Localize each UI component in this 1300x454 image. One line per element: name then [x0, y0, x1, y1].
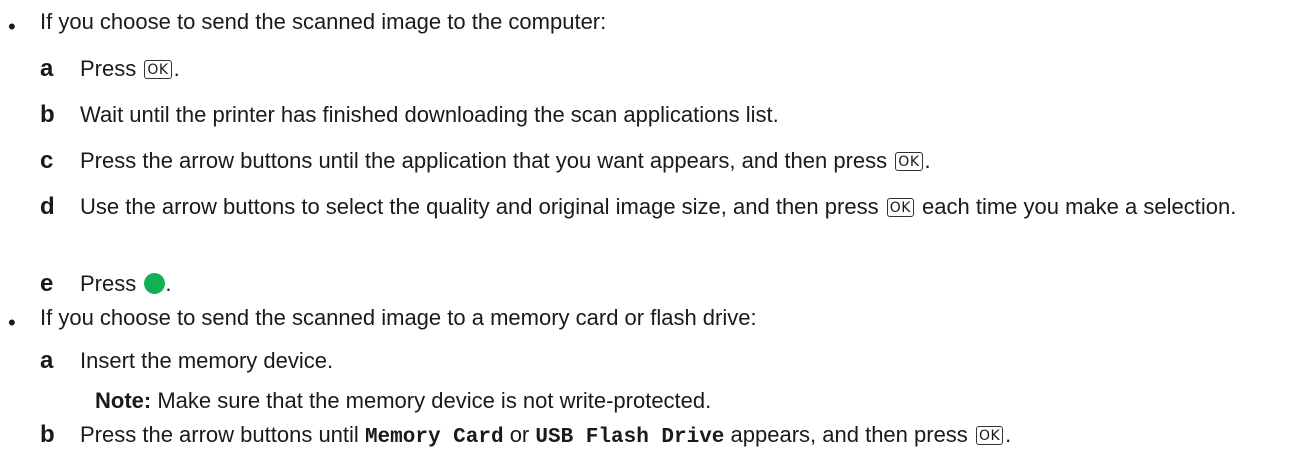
step-letter: a	[40, 55, 54, 82]
start-button-icon	[144, 273, 166, 294]
ok-button-icon: OK	[144, 60, 172, 79]
computer-section-intro: If you choose to send the scanned image …	[40, 9, 607, 34]
step-letter: e	[40, 270, 54, 297]
step-letter: b	[40, 421, 55, 448]
bullet-computer: •	[8, 14, 16, 39]
bullet-memory: •	[8, 310, 16, 335]
menu-option-memory-card: Memory Card	[364, 426, 504, 449]
ok-button-icon: OK	[886, 198, 914, 217]
note: Note: Make sure that the memory device i…	[95, 387, 711, 415]
step-letter: b	[40, 101, 55, 128]
step-letter: a	[40, 347, 54, 374]
instructions-document: • If you choose to send the scanned imag…	[8, 9, 1237, 449]
step-letter: c	[40, 147, 54, 174]
note-text: Make sure that the memory device is not …	[157, 388, 712, 413]
step-letter: d	[40, 193, 55, 220]
ok-button-icon: OK	[975, 426, 1004, 445]
menu-option-usb-flash-drive: USB Flash Drive	[535, 426, 725, 449]
memory-section-intro: If you choose to send the scanned image …	[40, 305, 757, 330]
note-label: Note:	[95, 388, 152, 413]
ok-button-icon: OK	[895, 152, 923, 171]
